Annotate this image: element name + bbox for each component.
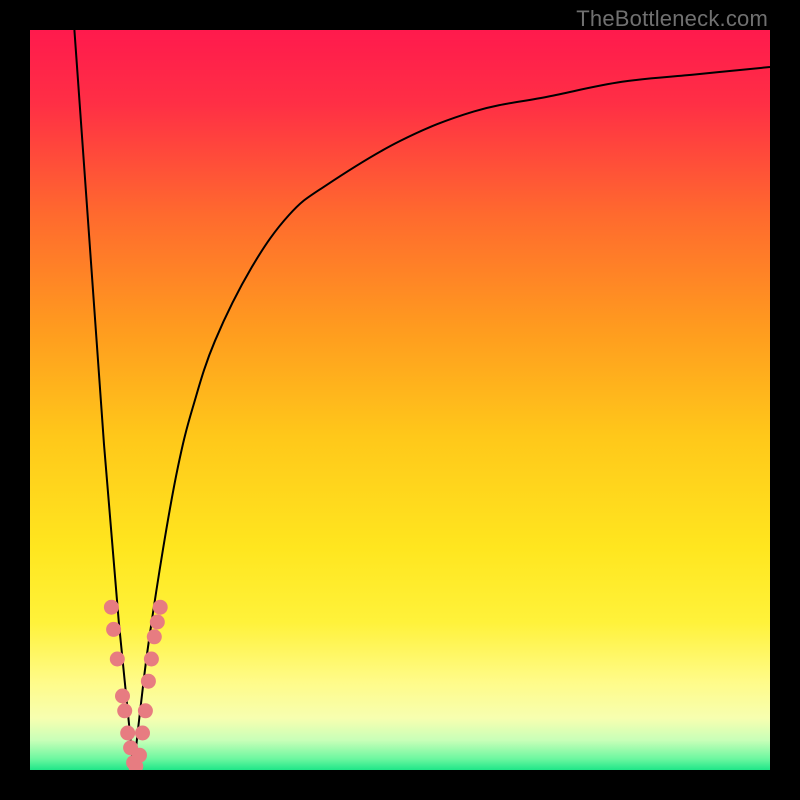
gradient-background xyxy=(30,30,770,770)
watermark-text: TheBottleneck.com xyxy=(576,6,768,32)
plot-area xyxy=(30,30,770,770)
chart-container: TheBottleneck.com xyxy=(0,0,800,800)
